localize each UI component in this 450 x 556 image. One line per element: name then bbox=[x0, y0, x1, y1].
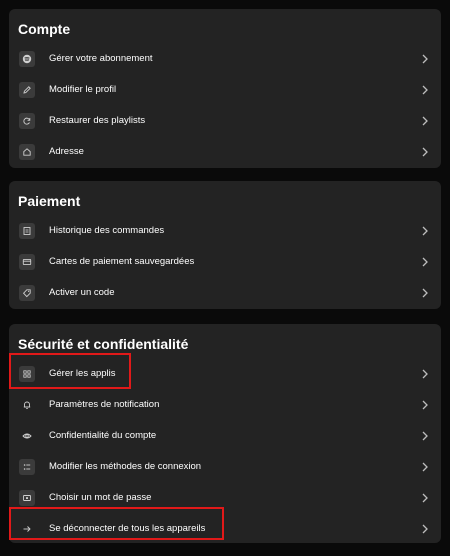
item-label: Activer un code bbox=[49, 287, 115, 298]
section-title: Compte bbox=[18, 21, 71, 37]
choose-password-item[interactable]: Choisir un mot de passe bbox=[17, 482, 433, 513]
receipt-icon bbox=[19, 222, 35, 239]
pencil-icon bbox=[19, 81, 35, 98]
home-icon bbox=[19, 143, 35, 160]
grid-icon bbox=[19, 365, 35, 382]
saved-cards-item[interactable]: Cartes de paiement sauvegardées bbox=[17, 246, 433, 277]
item-label: Adresse bbox=[49, 146, 84, 157]
list-icon bbox=[19, 458, 35, 475]
tag-icon bbox=[19, 284, 35, 301]
chevron-right-icon bbox=[421, 85, 429, 95]
eye-icon bbox=[19, 428, 35, 444]
chevron-right-icon bbox=[421, 493, 429, 503]
item-label: Modifier le profil bbox=[49, 84, 117, 95]
item-label: Modifier les méthodes de connexion bbox=[49, 461, 202, 472]
section-compte: Compte Gérer votre abonnement Modifier l… bbox=[9, 9, 441, 168]
item-label: Paramètres de notification bbox=[49, 399, 160, 410]
password-icon bbox=[19, 489, 35, 506]
restore-playlists-item[interactable]: Restaurer des playlists bbox=[17, 105, 433, 136]
notification-settings-item[interactable]: Paramètres de notification bbox=[17, 389, 433, 420]
item-label: Gérer les applis bbox=[49, 368, 116, 379]
section-title: Paiement bbox=[18, 193, 81, 209]
sign-out-everywhere-item[interactable]: Se déconnecter de tous les appareils bbox=[17, 513, 433, 544]
item-label: Choisir un mot de passe bbox=[49, 492, 152, 503]
section-securite: Sécurité et confidentialité Gérer les ap… bbox=[9, 324, 441, 543]
item-label: Confidentialité du compte bbox=[49, 430, 157, 441]
item-label: Cartes de paiement sauvegardées bbox=[49, 256, 195, 267]
section-title: Sécurité et confidentialité bbox=[18, 336, 189, 352]
redeem-code-item[interactable]: Activer un code bbox=[17, 277, 433, 308]
chevron-right-icon bbox=[421, 400, 429, 410]
account-privacy-item[interactable]: Confidentialité du compte bbox=[17, 420, 433, 451]
refresh-icon bbox=[19, 112, 35, 129]
logout-arrow-icon bbox=[19, 521, 35, 537]
edit-profile-item[interactable]: Modifier le profil bbox=[17, 74, 433, 105]
chevron-right-icon bbox=[421, 54, 429, 64]
manage-subscription-item[interactable]: Gérer votre abonnement bbox=[17, 43, 433, 74]
chevron-right-icon bbox=[421, 147, 429, 157]
login-methods-item[interactable]: Modifier les méthodes de connexion bbox=[17, 451, 433, 482]
item-label: Gérer votre abonnement bbox=[49, 53, 153, 64]
chevron-right-icon bbox=[421, 524, 429, 534]
order-history-item[interactable]: Historique des commandes bbox=[17, 215, 433, 246]
item-label: Historique des commandes bbox=[49, 225, 165, 236]
chevron-right-icon bbox=[421, 116, 429, 126]
manage-apps-item[interactable]: Gérer les applis bbox=[17, 358, 433, 389]
spotify-icon bbox=[19, 50, 35, 67]
chevron-right-icon bbox=[421, 431, 429, 441]
account-settings-page: Compte Gérer votre abonnement Modifier l… bbox=[0, 0, 450, 556]
item-label: Se déconnecter de tous les appareils bbox=[49, 523, 206, 534]
card-icon bbox=[19, 253, 35, 270]
chevron-right-icon bbox=[421, 369, 429, 379]
item-label: Restaurer des playlists bbox=[49, 115, 146, 126]
chevron-right-icon bbox=[421, 462, 429, 472]
bell-icon bbox=[19, 397, 35, 413]
chevron-right-icon bbox=[421, 288, 429, 298]
chevron-right-icon bbox=[421, 257, 429, 267]
chevron-right-icon bbox=[421, 226, 429, 236]
address-item[interactable]: Adresse bbox=[17, 136, 433, 167]
section-paiement: Paiement Historique des commandes Cartes… bbox=[9, 181, 441, 309]
